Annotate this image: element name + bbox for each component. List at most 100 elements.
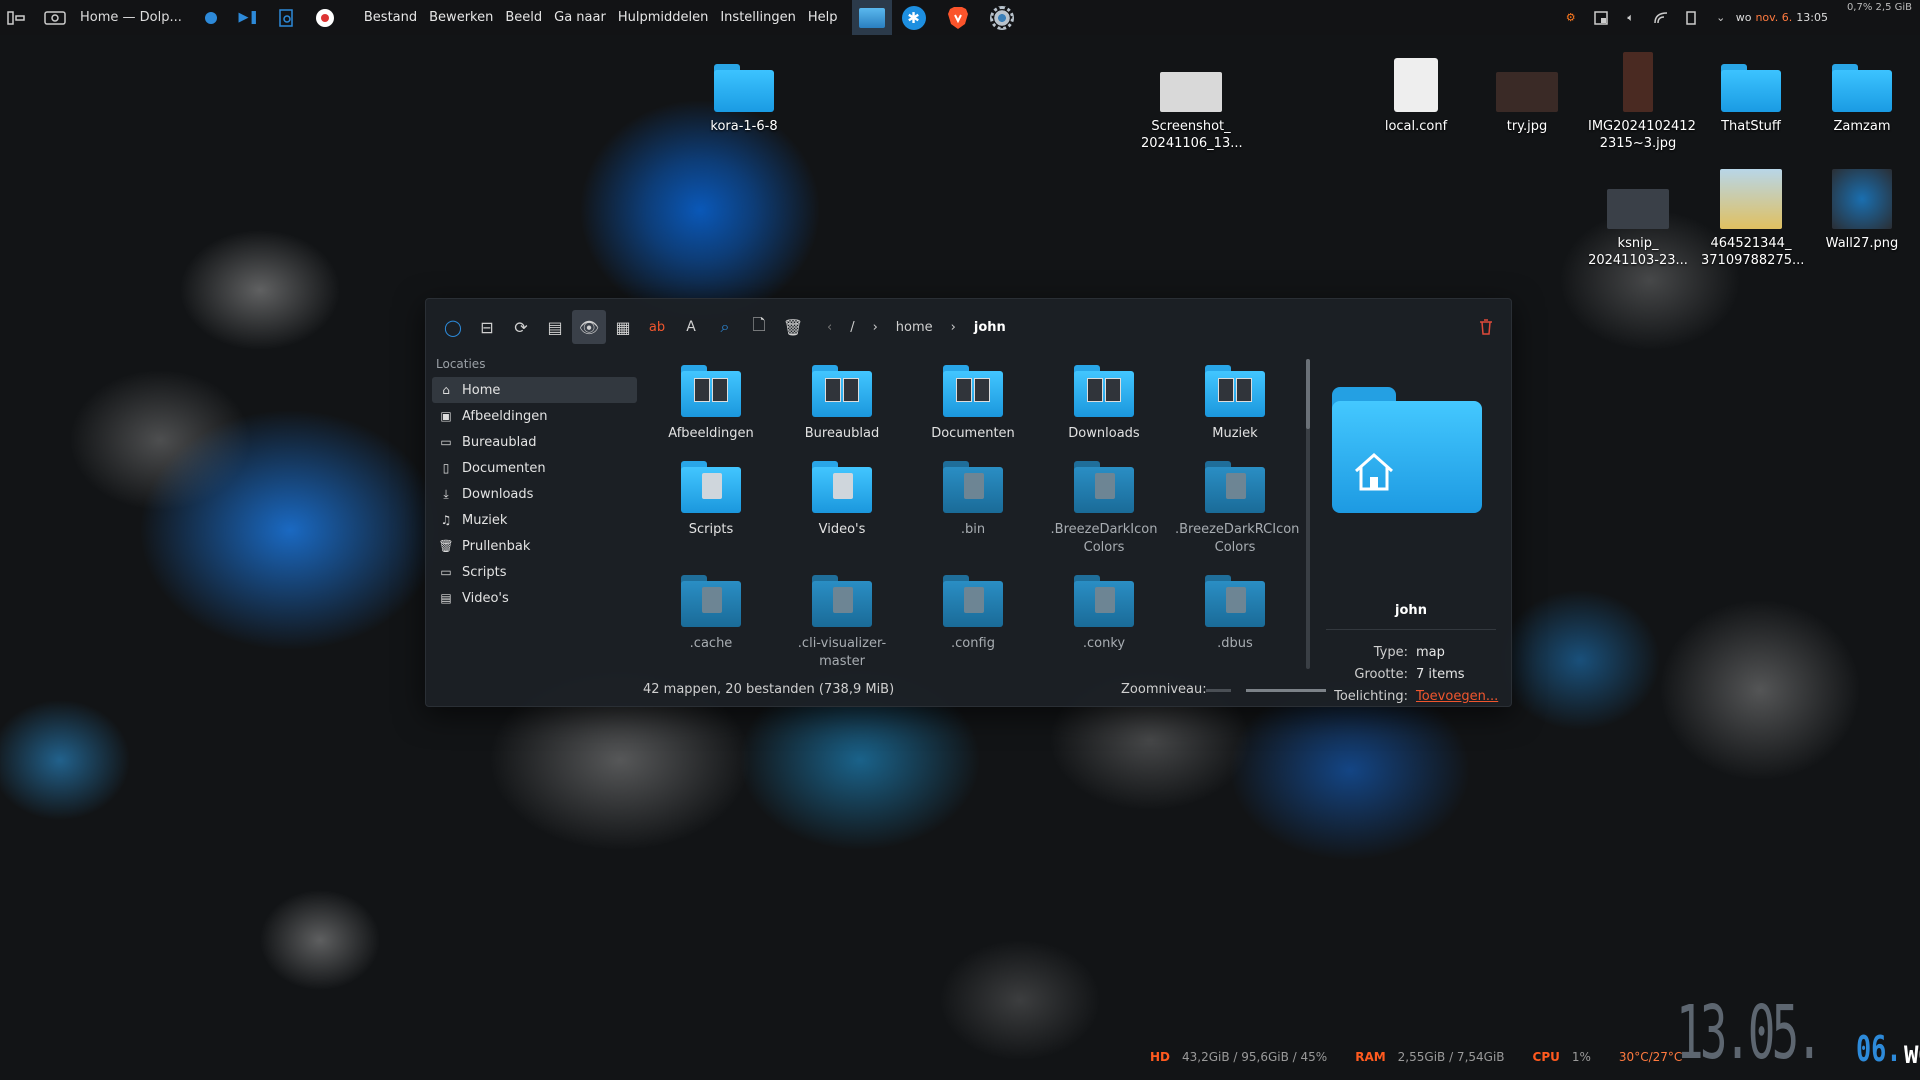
document-icon: ▯: [442, 461, 450, 475]
panel-icon[interactable]: ▤: [538, 310, 572, 344]
file-item[interactable]: .bin: [913, 459, 1033, 539]
sidebar-item-downloads[interactable]: ⤓ Downloads: [432, 481, 637, 507]
file-item[interactable]: Muziek: [1175, 363, 1295, 443]
file-manager-icon: [858, 7, 885, 28]
file-item[interactable]: Afbeeldingen: [651, 363, 771, 443]
desktop-icon-label: Screenshot_ 20241106_13...: [1141, 119, 1243, 151]
sidebar-item-bureaublad[interactable]: ▭ Bureaublad: [432, 429, 637, 455]
back-arrow-icon[interactable]: ‹: [827, 320, 832, 335]
datetime-display[interactable]: wo nov. 6. 13:05: [1736, 11, 1828, 24]
sidebar-item-scripts[interactable]: ▭ Scripts: [432, 559, 637, 585]
file-manager-window: ◯ ⊟ ⟳ ▤ 👁︎ ▦ ab A ⌕ 🗋︎ 🗑︎ ‹ / › home › j…: [425, 298, 1512, 707]
sidebar-item-home[interactable]: ⌂ Home: [432, 377, 637, 403]
file-item[interactable]: Video's: [782, 459, 902, 539]
sidebar-item-muziek[interactable]: ♫ Muziek: [432, 507, 637, 533]
window-list-icon[interactable]: [6, 7, 28, 29]
trash-icon: 🗑︎: [438, 539, 454, 553]
chevron-down-icon[interactable]: ⌄: [1711, 8, 1731, 28]
battery-icon[interactable]: [1681, 8, 1701, 28]
sidebar-item-prullenbak[interactable]: 🗑︎ Prullenbak: [432, 533, 637, 559]
color-picker-icon[interactable]: [314, 7, 336, 29]
rename-icon[interactable]: ab: [640, 310, 674, 344]
breadcrumb-current[interactable]: john: [974, 320, 1006, 335]
accessibility-icon: ✱: [901, 5, 926, 30]
desktop-icon-5[interactable]: ThatStuff: [1701, 48, 1801, 135]
eye-icon[interactable]: 👁︎: [572, 310, 606, 344]
chevron-right-icon: ›: [950, 319, 956, 335]
desktop-icon-3[interactable]: try.jpg: [1477, 48, 1577, 135]
file-item[interactable]: Documenten: [913, 363, 1033, 443]
network-icon[interactable]: [1651, 8, 1671, 28]
play-pause-icon[interactable]: ▶❚: [238, 7, 260, 29]
zoom-slider[interactable]: [1206, 689, 1328, 692]
desktop-icon-0[interactable]: kora-1-6-8: [694, 48, 794, 135]
menu-beeld[interactable]: Beeld: [499, 0, 548, 35]
desktop-icon-2[interactable]: local.conf: [1366, 48, 1466, 135]
desktop-icon-4[interactable]: IMG2024102412 2315~3.jpg: [1588, 48, 1696, 152]
file-item[interactable]: .BreezeDarkRCIcon Colors: [1175, 459, 1299, 557]
document-search-icon[interactable]: [276, 7, 298, 29]
volume-icon[interactable]: 🔈︎: [1621, 8, 1641, 28]
file-item[interactable]: .cli-visualizer- master: [782, 573, 902, 671]
folder-icon: [942, 459, 1004, 515]
desktop-icon-1[interactable]: Screenshot_ 20241106_13...: [1141, 48, 1243, 152]
circle-icon[interactable]: ◯: [436, 310, 470, 344]
menu-bestand[interactable]: Bestand: [358, 0, 423, 35]
sidebar-item-afbeeldingen[interactable]: ▣ Afbeeldingen: [432, 403, 637, 429]
desktop-icon-6[interactable]: Zamzam: [1812, 48, 1912, 135]
clock-time: 13:05: [1796, 11, 1828, 24]
screenshot-icon[interactable]: [44, 7, 66, 29]
file-item[interactable]: Downloads: [1044, 363, 1164, 443]
taskbar-dolphin[interactable]: [851, 0, 892, 35]
divider: [1326, 629, 1496, 630]
file-item[interactable]: .cache: [651, 573, 771, 653]
breadcrumb-home[interactable]: home: [896, 320, 933, 335]
file-item[interactable]: Scripts: [651, 459, 771, 539]
refresh-icon[interactable]: ⟳: [504, 310, 538, 344]
sidebar-item-videos[interactable]: ▤ Video's: [432, 585, 637, 611]
font-icon[interactable]: A: [674, 310, 708, 344]
taskbar-app-2[interactable]: ✱: [892, 0, 936, 35]
desktop-icon-label: kora-1-6-8: [710, 119, 778, 134]
desktop-icon-label: 464521344_ 37109788275...: [1701, 236, 1805, 268]
file-name: Bureaublad: [804, 426, 880, 441]
download-icon: ⤓: [443, 486, 449, 501]
active-window-title[interactable]: Home — Dolp...: [74, 0, 192, 35]
sidebar-item-label: Documenten: [462, 460, 546, 476]
icons-view-icon[interactable]: ▦: [606, 310, 640, 344]
date-month: nov. 6.: [1755, 11, 1793, 24]
split-view-icon[interactable]: ⊟: [470, 310, 504, 344]
menu-instellingen[interactable]: Instellingen: [714, 0, 802, 35]
taskbar-brave[interactable]: [936, 0, 980, 35]
menu-hulpmiddelen[interactable]: Hulpmiddelen: [612, 0, 715, 35]
trash-icon[interactable]: [1471, 312, 1501, 342]
desktop-icon-7[interactable]: ksnip_ 20241103-23...: [1588, 165, 1688, 269]
scrollbar-thumb[interactable]: [1306, 359, 1310, 429]
breadcrumb-root[interactable]: /: [850, 320, 854, 335]
file-item[interactable]: .conky: [1044, 573, 1164, 653]
file-item[interactable]: .BreezeDarkIcon Colors: [1044, 459, 1164, 557]
record-icon[interactable]: [200, 7, 222, 29]
folder-icon: [811, 573, 873, 629]
date-weekday: wo: [1735, 11, 1752, 24]
taskbar-settings[interactable]: [980, 0, 1024, 35]
music-icon: ♫: [440, 513, 452, 527]
menu-ga-naar[interactable]: Ga naar: [548, 0, 612, 35]
sidebar-item-documenten[interactable]: ▯ Documenten: [432, 455, 637, 481]
file-item[interactable]: .config: [913, 573, 1033, 653]
desktop-icon-8[interactable]: 464521344_ 37109788275...: [1701, 165, 1805, 269]
menu-help[interactable]: Help: [802, 0, 844, 35]
menu-bewerken[interactable]: Bewerken: [423, 0, 499, 35]
file-item[interactable]: .dbus: [1175, 573, 1295, 653]
new-file-icon[interactable]: 🗋︎: [742, 310, 776, 344]
scrollbar[interactable]: [1306, 359, 1310, 669]
clipboard-icon[interactable]: [1591, 8, 1611, 28]
search-icon[interactable]: ⌕: [708, 310, 742, 344]
file-item[interactable]: Bureaublad: [782, 363, 902, 443]
desktop-icon-label: ThatStuff: [1721, 119, 1781, 134]
desktop-icon-9[interactable]: Wall27.png: [1812, 165, 1912, 252]
desktop-icon-label: try.jpg: [1506, 119, 1548, 134]
delete-icon[interactable]: 🗑︎: [776, 310, 810, 344]
update-icon[interactable]: ⚙: [1561, 8, 1581, 28]
folder-icon: [942, 363, 1004, 419]
